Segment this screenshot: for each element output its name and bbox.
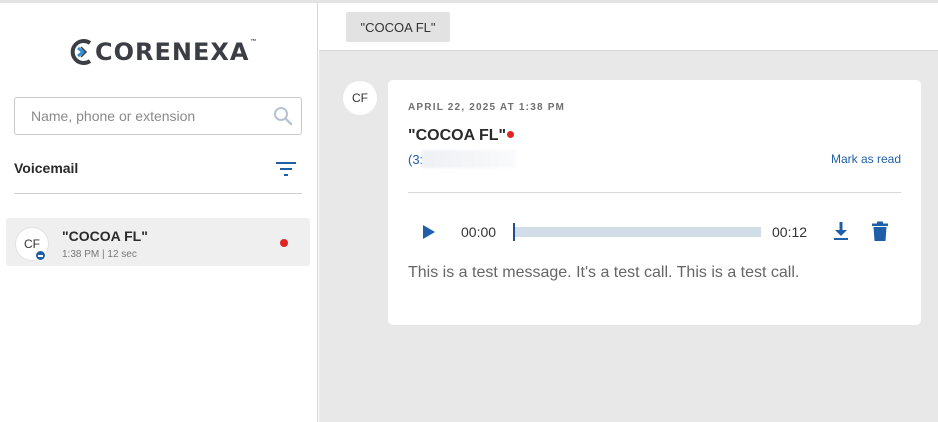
logo-mark-icon (70, 39, 92, 65)
tab-bar: "COCOA FL" (319, 3, 938, 51)
trash-icon[interactable] (872, 221, 888, 241)
playback-thumb[interactable] (513, 223, 515, 241)
tab-cocoa-fl[interactable]: "COCOA FL" (346, 12, 450, 42)
message-caller-name: "COCOA FL" (408, 127, 507, 144)
logo-trademark: ™ (250, 39, 257, 45)
unread-indicator (280, 239, 288, 247)
phone-redaction (422, 150, 516, 168)
sidebar: CORENEXA ™ Voicemail CF "COCOA FL" 1:38 … (0, 3, 318, 422)
main-panel: "COCOA FL" CF APRIL 22, 2025 AT 1:38 PM … (319, 3, 938, 422)
voicemail-header: Voicemail (14, 160, 302, 194)
message-date: APRIL 22, 2025 AT 1:38 PM (408, 102, 566, 113)
unread-indicator (507, 131, 514, 138)
filter-icon[interactable] (276, 161, 296, 177)
voicemail-caller-name: "COCOA FL" (62, 228, 148, 244)
download-icon[interactable] (832, 221, 850, 241)
transcript-text: This is a test message. It's a test call… (408, 264, 800, 281)
search-box[interactable] (14, 97, 302, 135)
divider (408, 192, 901, 193)
playback-progress-bar[interactable] (513, 223, 761, 241)
logo-text: CORENEXA (95, 38, 250, 66)
mark-as-read-link[interactable]: Mark as read (831, 152, 901, 166)
status-minus-icon (35, 250, 46, 261)
voicemail-meta: 1:38 PM | 12 sec (62, 249, 137, 260)
play-icon[interactable] (422, 224, 436, 240)
corenexa-logo: CORENEXA ™ (70, 37, 256, 67)
search-input[interactable] (15, 98, 265, 134)
voicemail-title: Voicemail (14, 160, 79, 176)
voicemail-list-item[interactable]: CF "COCOA FL" 1:38 PM | 12 sec (6, 218, 310, 266)
caller-phone[interactable]: (3: (408, 152, 423, 167)
total-duration: 00:12 (772, 224, 808, 240)
voicemail-card: APRIL 22, 2025 AT 1:38 PM "COCOA FL" (3:… (388, 80, 921, 325)
search-icon[interactable] (273, 106, 293, 126)
message-avatar: CF (343, 81, 377, 115)
current-time: 00:00 (461, 224, 497, 240)
